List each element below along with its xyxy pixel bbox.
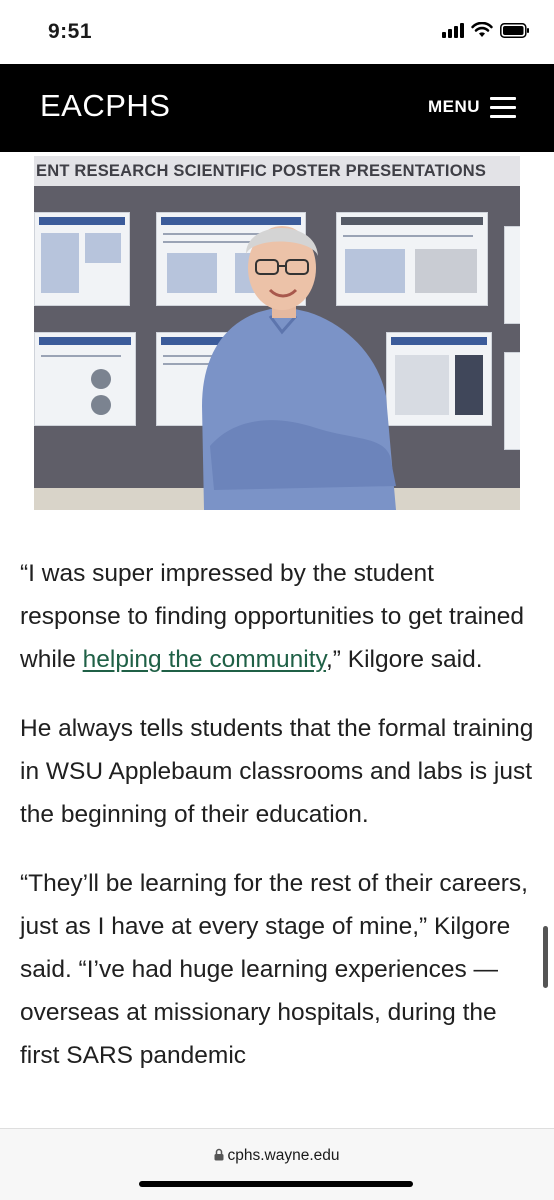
article-paragraph: “They’ll be learning for the rest of the… (20, 870, 528, 1069)
helping-the-community-link[interactable]: helping the community (83, 646, 326, 673)
person-photo (34, 226, 520, 510)
paragraph-text: ,” Kilgore said. (325, 646, 483, 673)
battery-icon (500, 22, 529, 38)
url-display[interactable]: cphs.wayne.edu (0, 1147, 554, 1165)
status-time: 9:51 (48, 20, 93, 43)
menu-button[interactable]: MENU (428, 96, 516, 118)
article-paragraph: He always tells students that the formal… (20, 715, 534, 828)
lock-icon (214, 1148, 224, 1161)
url-text: cphs.wayne.edu (227, 1147, 340, 1164)
cellular-signal-icon (442, 22, 464, 38)
article-photo: ENT RESEARCH SCIENTIFIC POSTER PRESENTAT… (34, 156, 520, 510)
site-header: EACPHS MENU (0, 64, 554, 152)
home-indicator[interactable] (139, 1181, 413, 1187)
site-logo[interactable]: EACPHS (40, 88, 170, 124)
menu-label: MENU (427, 97, 480, 116)
scrollbar[interactable] (543, 926, 548, 988)
article-paragraph: “I was super impressed by the student re… (20, 552, 540, 681)
status-bar: 9:51 (0, 0, 554, 64)
article-body: “I was super impressed by the student re… (20, 552, 540, 1103)
hamburger-icon (490, 96, 516, 118)
browser-address-bar[interactable]: cphs.wayne.edu (0, 1128, 554, 1200)
status-icons (442, 22, 530, 38)
wifi-icon (471, 22, 493, 37)
